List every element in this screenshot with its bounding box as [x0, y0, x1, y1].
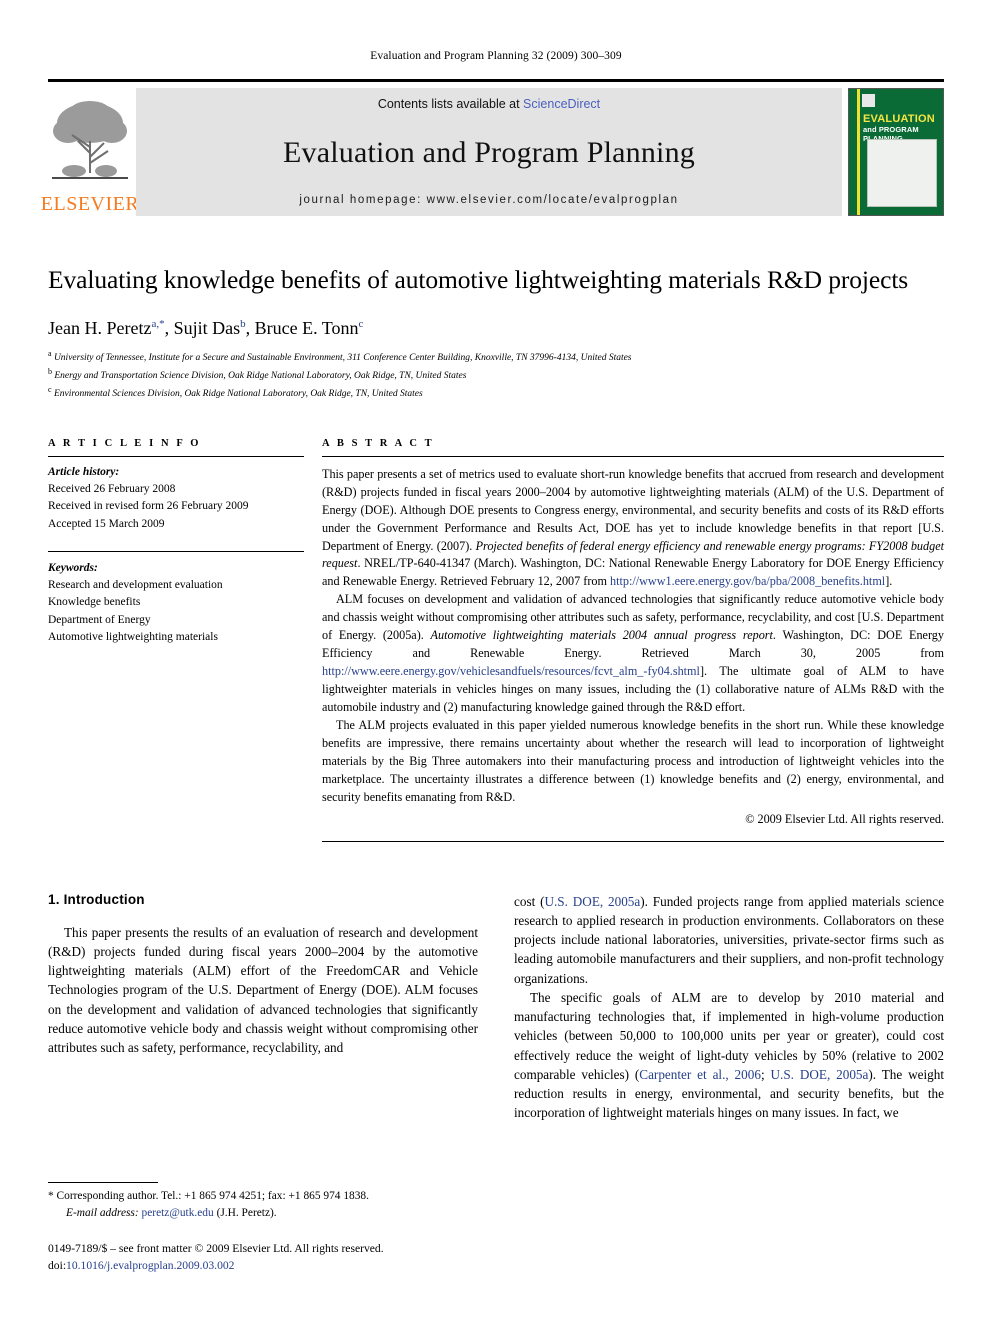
divider	[322, 840, 944, 842]
affiliation-text: Energy and Transportation Science Divisi…	[54, 371, 467, 382]
email-label: E-mail address:	[66, 1206, 139, 1219]
copyright-line: © 2009 Elsevier Ltd. All rights reserved…	[745, 811, 944, 826]
journal-cover-thumbnail: EVALUATION and PROGRAM PLANNING	[848, 88, 944, 216]
affiliation-text: University of Tennessee, Institute for a…	[53, 353, 632, 364]
elsevier-logo: ELSEVIER	[41, 88, 139, 216]
abstract-body: This paper presents a set of metrics use…	[322, 457, 944, 829]
affiliation-text: Environmental Sciences Division, Oak Rid…	[53, 389, 423, 400]
affiliation-list: a University of Tennessee, Institute for…	[48, 348, 944, 402]
author-name: Sujit Das	[173, 318, 241, 339]
citation-link[interactable]: U.S. DOE, 2005a	[544, 894, 640, 909]
sciencedirect-link[interactable]: ScienceDirect	[523, 97, 600, 111]
journal-title: Evaluation and Program Planning	[283, 135, 695, 169]
body-column-right: cost (U.S. DOE, 2005a). Funded projects …	[514, 892, 944, 1123]
body-paragraph: cost (U.S. DOE, 2005a). Funded projects …	[514, 893, 944, 986]
body-columns: 1. Introduction This paper presents the …	[48, 892, 944, 1123]
keywords-label: Keywords:	[48, 561, 98, 574]
history-item: Accepted 15 March 2009	[48, 517, 165, 530]
article-info-column: A R T I C L E I N F O Article history: R…	[48, 438, 304, 842]
cover-accent-stripe	[857, 89, 860, 215]
info-abstract-region: A R T I C L E I N F O Article history: R…	[48, 438, 944, 842]
author-list: Jean H. Peretza,*, Sujit Dasb, Bruce E. …	[48, 318, 364, 339]
affiliation-item: a University of Tennessee, Institute for…	[48, 349, 632, 364]
author-name: Jean H. Peretz	[48, 318, 152, 339]
keyword-item: Department of Energy	[48, 613, 151, 626]
affiliation-item: c Environmental Sciences Division, Oak R…	[48, 384, 423, 400]
footnote-region: * Corresponding author. Tel.: +1 865 974…	[48, 1182, 456, 1275]
keyword-item: Knowledge benefits	[48, 596, 141, 609]
citation-link[interactable]: U.S. DOE, 2005a	[771, 1067, 869, 1082]
abstract-paragraph: The ALM projects evaluated in this paper…	[322, 717, 944, 804]
article-history: Article history: Received 26 February 20…	[48, 457, 304, 533]
email-owner: (J.H. Peretz).	[216, 1206, 277, 1219]
issn-copyright-block: 0149-7189/$ – see front matter © 2009 El…	[48, 1241, 456, 1275]
body-paragraph: This paper presents the results of an ev…	[48, 924, 478, 1056]
cover-image-area	[867, 139, 937, 207]
author-name: Bruce E. Tonn	[254, 318, 359, 339]
history-item: Received 26 February 2008	[48, 483, 176, 495]
affiliation-item: b Energy and Transportation Science Divi…	[48, 367, 467, 382]
issn-line: 0149-7189/$ – see front matter © 2009 El…	[48, 1242, 384, 1256]
running-head: Evaluation and Program Planning 32 (2009…	[370, 50, 622, 62]
abstract-paragraph: ALM focuses on development and validatio…	[322, 592, 944, 714]
cover-title-line1: EVALUATION	[863, 113, 935, 125]
elsevier-tree-icon	[52, 101, 128, 179]
body-column-left: 1. Introduction This paper presents the …	[48, 892, 478, 1123]
article-info-heading: A R T I C L E I N F O	[48, 437, 202, 449]
author-affil-marker: b	[240, 318, 246, 331]
title-block: Evaluating knowledge benefits of automot…	[48, 264, 944, 402]
footnote-divider	[48, 1182, 158, 1184]
citation-link[interactable]: Carpenter et al., 2006	[639, 1067, 761, 1082]
doi-label: doi:	[48, 1259, 67, 1273]
keyword-item: Automotive lightweighting materials	[48, 630, 218, 643]
journal-masthead: ELSEVIER Contents lists available at Sci…	[41, 79, 944, 216]
corresponding-author-text: * Corresponding author. Tel.: +1 865 974…	[48, 1190, 369, 1203]
corresponding-author-note: * Corresponding author. Tel.: +1 865 974…	[48, 1188, 456, 1205]
abstract-paragraph: This paper presents a set of metrics use…	[322, 466, 944, 589]
doi-link[interactable]: 10.1016/j.evalprogplan.2009.03.002	[66, 1259, 234, 1272]
abstract-heading: A B S T R A C T	[322, 437, 435, 449]
contents-available-line: Contents lists available at ScienceDirec…	[378, 97, 600, 111]
keyword-item: Research and development evaluation	[48, 579, 223, 591]
email-link[interactable]: peretz@utk.edu	[142, 1207, 214, 1219]
cover-logo-box	[862, 94, 875, 107]
doi-line: doi:10.1016/j.evalprogplan.2009.03.002	[48, 1258, 456, 1275]
article-history-label: Article history:	[48, 465, 120, 478]
author-affil-marker: c	[358, 318, 364, 331]
author-affil-marker: a,*	[151, 318, 165, 331]
keywords-block: Keywords: Research and development evalu…	[48, 552, 304, 646]
section-heading-introduction: 1. Introduction	[48, 891, 145, 907]
elsevier-wordmark: ELSEVIER	[40, 193, 140, 215]
email-note: E-mail address: peretz@utk.edu (J.H. Per…	[48, 1205, 456, 1222]
body-paragraph: The specific goals of ALM are to develop…	[514, 989, 944, 1121]
journal-band: Contents lists available at ScienceDirec…	[136, 88, 842, 216]
contents-prefix: Contents lists available at	[377, 97, 524, 111]
page-title: Evaluating knowledge benefits of automot…	[48, 265, 909, 294]
abstract-column: A B S T R A C T This paper presents a se…	[322, 438, 944, 842]
journal-homepage-link[interactable]: journal homepage: www.elsevier.com/locat…	[299, 194, 678, 206]
history-item: Received in revised form 26 February 200…	[48, 500, 249, 513]
paper-page: Evaluation and Program Planning 32 (2009…	[0, 0, 992, 1323]
